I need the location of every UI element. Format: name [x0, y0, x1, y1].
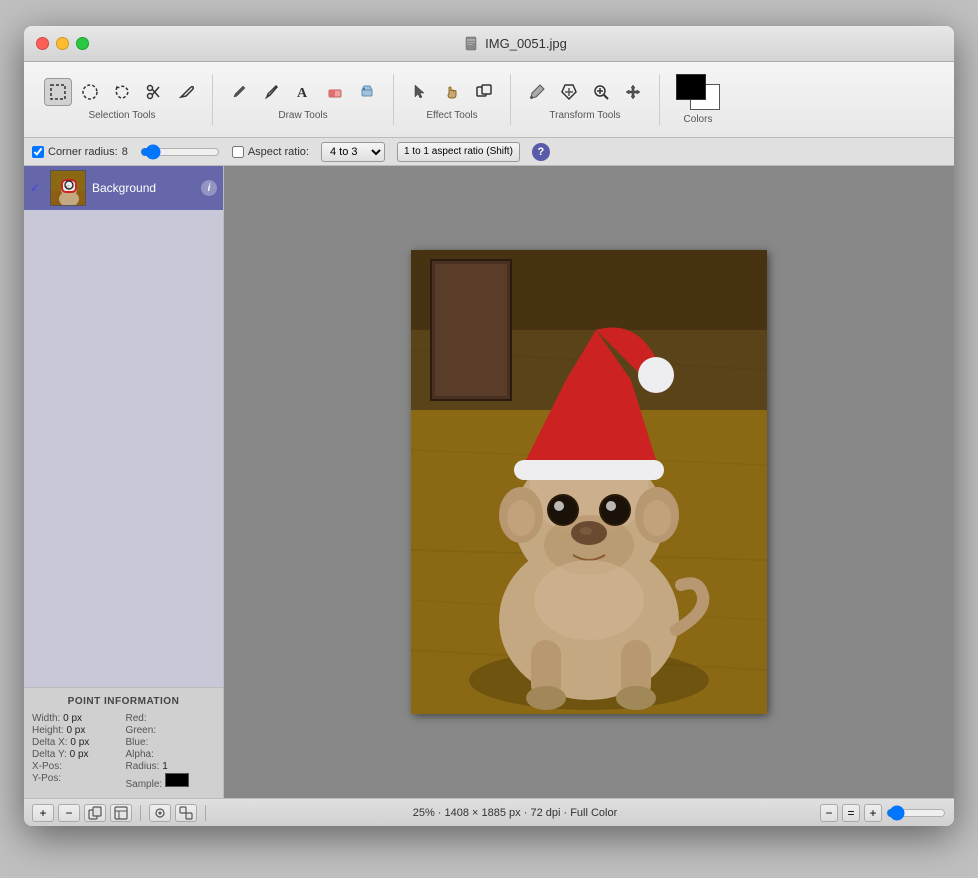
layer-thumbnail: G: [50, 170, 86, 206]
layers-empty-area: [24, 210, 223, 687]
status-separator-1: [140, 805, 141, 821]
hand-tool[interactable]: [438, 78, 466, 106]
close-button[interactable]: [36, 37, 49, 50]
point-info-green: Green:: [126, 725, 216, 736]
status-separator-2: [205, 805, 206, 821]
selection-tool-icons: [44, 78, 200, 106]
main-window: IMG_0051.jpg: [24, 26, 954, 826]
effect-tool-icons: [406, 78, 498, 106]
aspect-ratio-select[interactable]: 4 to 3 1 to 1 16 to 9 Free: [321, 142, 385, 162]
point-info-delta-x: Delta X: 0 px: [32, 737, 122, 748]
point-info-grid: Width: 0 px Red: Height: 0 px Green:: [32, 713, 215, 790]
layers-panel: ✓ G Background i: [24, 166, 224, 798]
ellipse-select-tool[interactable]: [76, 78, 104, 106]
pencil-tool[interactable]: [225, 78, 253, 106]
toolbar: Selection Tools A Dr: [24, 62, 954, 138]
color-swatches[interactable]: [676, 74, 720, 110]
svg-text:A: A: [297, 86, 308, 101]
layer-name: Background: [92, 181, 195, 195]
ink-tool[interactable]: [257, 78, 285, 106]
transform-tools-label: Transform Tools: [549, 110, 620, 121]
image-canvas: [411, 250, 767, 714]
pen-select-tool[interactable]: [172, 78, 200, 106]
titlebar: IMG_0051.jpg: [24, 26, 954, 62]
zoom-reset-button[interactable]: =: [842, 804, 860, 822]
effect-tools-group: Effect Tools: [394, 74, 511, 125]
canvas-area[interactable]: [224, 166, 954, 798]
transform-button[interactable]: [175, 804, 197, 822]
remove-layer-button[interactable]: −: [58, 804, 80, 822]
point-info-radius: Radius: 1: [126, 761, 216, 772]
scissors-select-tool[interactable]: [140, 78, 168, 106]
zoom-controls: − = +: [820, 804, 946, 822]
transform-tools-group: Transform Tools: [511, 74, 660, 125]
help-button[interactable]: ?: [532, 143, 550, 161]
add-layer-button[interactable]: +: [32, 804, 54, 822]
maximize-button[interactable]: [76, 37, 89, 50]
point-info-sample: Sample:: [126, 773, 216, 790]
point-info-height: Height: 0 px: [32, 725, 122, 736]
point-info-alpha: Alpha:: [126, 749, 216, 760]
transform-tool-icons: [523, 78, 647, 106]
corner-radius-slider[interactable]: [140, 147, 220, 157]
point-info-ypos: Y-Pos:: [32, 773, 122, 790]
corner-radius-label: Corner radius: 8: [32, 146, 128, 158]
selection-tools-label: Selection Tools: [88, 110, 155, 121]
selection-tools-group: Selection Tools: [32, 74, 213, 125]
draw-tools-group: A Draw Tools: [213, 74, 394, 125]
foreground-color-swatch[interactable]: [676, 74, 706, 100]
svg-text:G: G: [66, 186, 70, 191]
zoom-in-button[interactable]: +: [864, 804, 882, 822]
status-info-text: 25% · 1408 × 1885 px · 72 dpi · Full Col…: [214, 807, 816, 819]
layer-visibility-check[interactable]: ✓: [30, 181, 44, 195]
draw-tools-label: Draw Tools: [278, 110, 327, 121]
point-info-delta-y: Delta Y: 0 px: [32, 749, 122, 760]
colors-label: Colors: [684, 114, 713, 125]
color-picker-tool[interactable]: [523, 78, 551, 106]
options-bar: Corner radius: 8 Aspect ratio: 4 to 3 1 …: [24, 138, 954, 166]
duplicate-layer-button[interactable]: [84, 804, 106, 822]
zoom-tool[interactable]: [587, 78, 615, 106]
pointer-tool[interactable]: [406, 78, 434, 106]
heal-tool[interactable]: [555, 78, 583, 106]
point-info-xpos: X-Pos:: [32, 761, 122, 772]
main-content: ✓ G Background i: [24, 166, 954, 798]
file-icon: [464, 36, 480, 52]
image-properties-button[interactable]: [110, 804, 132, 822]
paint-bucket-tool[interactable]: [353, 78, 381, 106]
draw-tool-icons: A: [225, 78, 381, 106]
lasso-select-tool[interactable]: [108, 78, 136, 106]
traffic-lights: [36, 37, 89, 50]
aspect-ratio-label: Aspect ratio:: [232, 146, 309, 158]
status-bar: + − 25% · 1408 × 1885 px · 72 dpi · Full…: [24, 798, 954, 826]
pug-image: [411, 250, 767, 714]
point-info-red: Red:: [126, 713, 216, 724]
layer-thumb-svg: G: [51, 171, 86, 206]
colors-section: Colors: [660, 70, 736, 129]
text-tool[interactable]: A: [289, 78, 317, 106]
layer-info-button[interactable]: i: [201, 180, 217, 196]
eraser-tool[interactable]: [321, 78, 349, 106]
sample-color-swatch: [165, 773, 189, 787]
point-info-title: POINT INFORMATION: [32, 696, 215, 707]
move-tool[interactable]: [619, 78, 647, 106]
effect-tools-label: Effect Tools: [426, 110, 477, 121]
zoom-slider[interactable]: [886, 809, 946, 817]
layer-item-background[interactable]: ✓ G Background i: [24, 166, 223, 210]
aspect-ratio-button[interactable]: 1 to 1 aspect ratio (Shift): [397, 142, 520, 162]
point-info-width: Width: 0 px: [32, 713, 122, 724]
point-information-panel: POINT INFORMATION Width: 0 px Red: Heigh…: [24, 687, 223, 798]
corner-radius-checkbox[interactable]: [32, 146, 44, 158]
point-info-blue: Blue:: [126, 737, 216, 748]
aspect-ratio-checkbox[interactable]: [232, 146, 244, 158]
zoom-out-button[interactable]: −: [820, 804, 838, 822]
window-title: IMG_0051.jpg: [89, 36, 942, 52]
rect-select-tool[interactable]: [44, 78, 72, 106]
minimize-button[interactable]: [56, 37, 69, 50]
view-toggle-button[interactable]: [149, 804, 171, 822]
clone-tool[interactable]: [470, 78, 498, 106]
